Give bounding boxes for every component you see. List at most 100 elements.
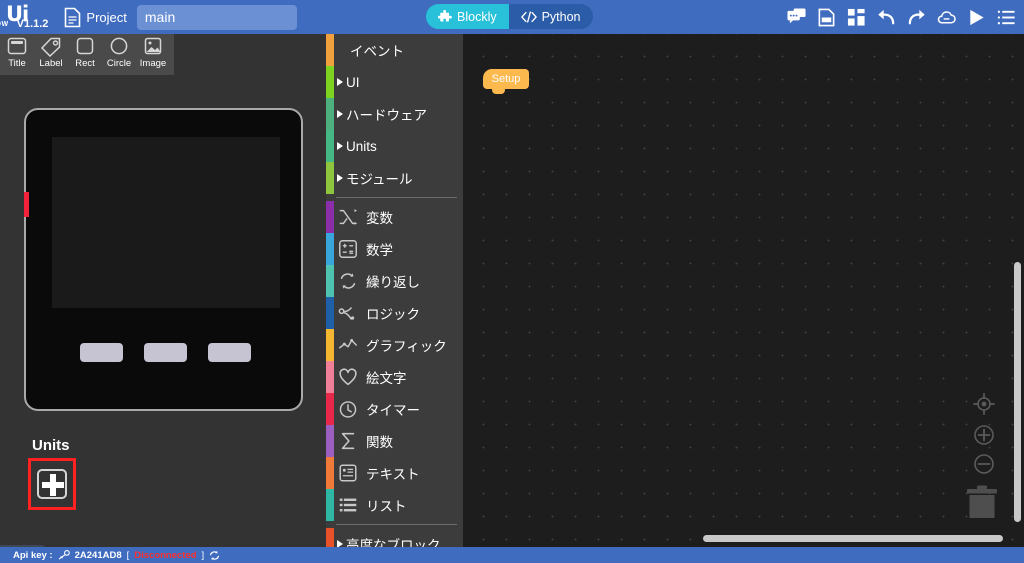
- top-bar: Ui FLOW V1.1.2 Project Blockly: [0, 0, 1024, 34]
- category-label: ロジック: [366, 307, 420, 322]
- category-color-strip: [326, 201, 334, 233]
- device-button-c[interactable]: [208, 343, 251, 362]
- category-label: 絵文字: [366, 371, 407, 386]
- zoom-out-icon[interactable]: [971, 451, 997, 477]
- block-notch: [492, 89, 505, 94]
- redo-icon[interactable]: [907, 8, 926, 27]
- category-list[interactable]: リスト: [326, 489, 463, 521]
- text-icon: [339, 464, 357, 482]
- category-color-strip: [326, 457, 334, 489]
- category-function[interactable]: 関数: [326, 425, 463, 457]
- device-button-row: [26, 343, 305, 362]
- api-key-label: Api key :: [13, 549, 53, 561]
- category-variables[interactable]: 変数: [326, 201, 463, 233]
- widget-circle-button[interactable]: Circle: [102, 34, 136, 75]
- category-timer[interactable]: タイマー: [326, 393, 463, 425]
- circle-icon: [110, 37, 128, 55]
- chevron-right-icon: [337, 142, 343, 150]
- cloud-upload-icon[interactable]: [937, 8, 956, 27]
- category-label: テキスト: [366, 467, 420, 482]
- units-section-title: Units: [32, 437, 70, 454]
- category-color-strip: [326, 66, 334, 98]
- category-label: グラフィック: [366, 339, 447, 354]
- category-color-strip: [326, 361, 334, 393]
- image-icon: [144, 37, 162, 55]
- app-version: V1.1.2: [16, 17, 49, 30]
- blockly-canvas[interactable]: Setup: [463, 34, 1024, 547]
- project-group: Project: [64, 7, 127, 28]
- play-icon[interactable]: [967, 8, 986, 27]
- canvas-horizontal-scrollbar[interactable]: [703, 535, 1003, 542]
- chevron-right-icon: [337, 174, 343, 182]
- device-button-b[interactable]: [144, 343, 187, 362]
- chevron-right-icon: [337, 110, 343, 118]
- logo-sub-text: FLOW: [0, 20, 9, 28]
- category-label: UI: [346, 74, 360, 90]
- widget-circle-label: Circle: [106, 58, 132, 69]
- category-emoji[interactable]: 絵文字: [326, 361, 463, 393]
- toolbox-divider: [336, 524, 457, 525]
- category-hardware[interactable]: ハードウェア: [326, 98, 463, 130]
- device-button-a[interactable]: [80, 343, 123, 362]
- tab-blockly-label: Blockly: [457, 9, 497, 24]
- block-setup[interactable]: Setup: [483, 69, 529, 94]
- canvas-vertical-scrollbar[interactable]: [1014, 262, 1021, 522]
- logic-icon: [338, 307, 355, 320]
- category-advanced-blocks[interactable]: 高度なブロック: [326, 528, 463, 547]
- widget-label-label: Label: [39, 58, 63, 69]
- widget-image-label: Image: [139, 58, 167, 69]
- blockly-toolbox: イベント UI ハードウェア Units モジュール 変数 数学 繰り返し ロジ…: [326, 34, 463, 547]
- project-name-input[interactable]: [136, 4, 297, 30]
- category-graphic[interactable]: グラフィック: [326, 329, 463, 361]
- category-event[interactable]: イベント: [326, 34, 463, 66]
- block-setup-label: Setup: [491, 73, 521, 85]
- category-logic[interactable]: ロジック: [326, 297, 463, 329]
- category-loop[interactable]: 繰り返し: [326, 265, 463, 297]
- graph-icon: [339, 338, 357, 349]
- key-icon: [58, 550, 70, 560]
- category-label: Units: [346, 138, 377, 154]
- device-screen[interactable]: [52, 137, 280, 308]
- category-module[interactable]: モジュール: [326, 162, 463, 194]
- tab-blockly[interactable]: Blockly: [426, 4, 509, 29]
- widget-rect-label: Rect: [75, 58, 95, 69]
- code-brackets-icon: [520, 10, 537, 23]
- category-label: 関数: [366, 435, 393, 450]
- widget-title-button[interactable]: Title: [0, 34, 34, 75]
- undo-icon[interactable]: [877, 8, 896, 27]
- category-color-strip: [326, 98, 334, 130]
- menu-icon[interactable]: [997, 8, 1016, 27]
- rectangle-icon: [76, 37, 94, 55]
- widget-label-button[interactable]: Label: [34, 34, 68, 75]
- tab-python[interactable]: Python: [508, 4, 593, 29]
- document-icon: [65, 7, 81, 27]
- center-target-icon[interactable]: [971, 391, 997, 417]
- project-label: Project: [86, 9, 127, 25]
- calculator-icon: [339, 240, 357, 258]
- trash-icon[interactable]: [964, 482, 1000, 522]
- category-units[interactable]: Units: [326, 130, 463, 162]
- file-icon[interactable]: [817, 8, 836, 27]
- category-text[interactable]: テキスト: [326, 457, 463, 489]
- widget-rect-button[interactable]: Rect: [68, 34, 102, 75]
- zoom-in-icon[interactable]: [971, 422, 997, 448]
- toolbox-group-blocks: 変数 数学 繰り返し ロジック グラフィック 絵文字 タイマー 関数 テキスト …: [326, 201, 463, 521]
- clock-icon: [339, 401, 357, 418]
- category-color-strip: [326, 34, 334, 66]
- category-label: タイマー: [366, 403, 420, 418]
- variable-icon: [339, 209, 358, 225]
- add-unit-button[interactable]: [28, 458, 76, 510]
- device-emulator: [24, 108, 303, 411]
- title-icon: [7, 37, 27, 55]
- category-color-strip: [326, 233, 334, 265]
- category-ui[interactable]: UI: [326, 66, 463, 98]
- list-icon: [339, 498, 357, 512]
- api-key-value: 2A241AD8: [74, 549, 122, 561]
- puzzle-piece-icon: [438, 9, 452, 21]
- category-math[interactable]: 数学: [326, 233, 463, 265]
- widget-image-button[interactable]: Image: [136, 34, 170, 75]
- chevron-right-icon: [337, 78, 343, 86]
- blocks-icon[interactable]: [847, 8, 866, 27]
- refresh-icon[interactable]: [209, 550, 220, 561]
- chat-icon[interactable]: [787, 7, 806, 27]
